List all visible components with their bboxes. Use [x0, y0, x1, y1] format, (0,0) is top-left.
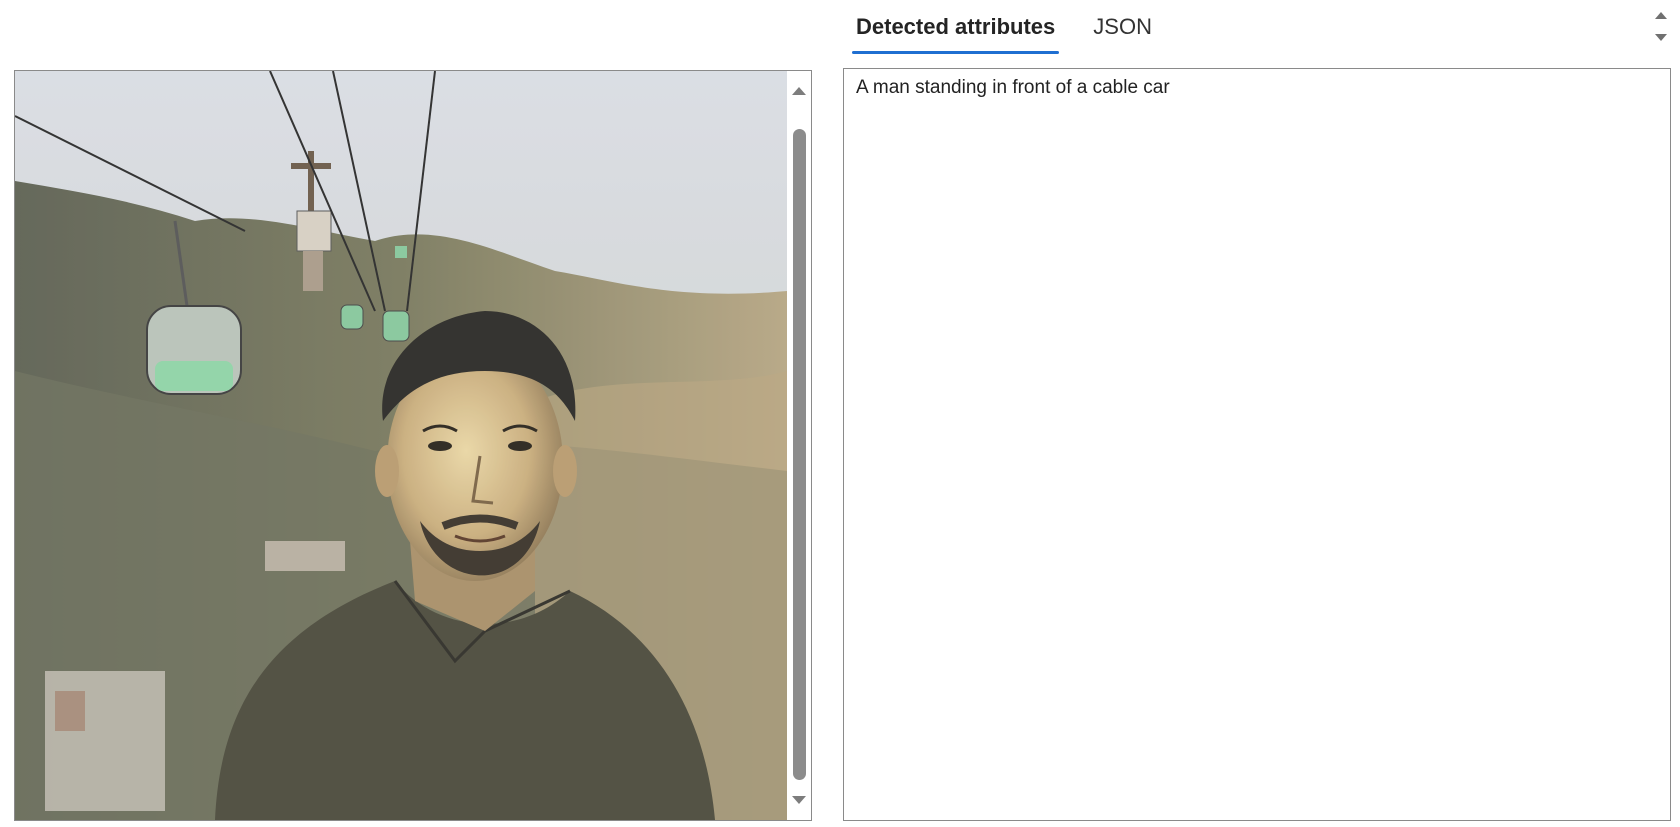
page-scroll-up-icon[interactable]	[1655, 12, 1667, 19]
scroll-up-arrow-icon[interactable]	[792, 87, 806, 95]
tab-json[interactable]: JSON	[1089, 8, 1156, 54]
scrollbar-thumb[interactable]	[793, 129, 806, 780]
scroll-down-arrow-icon[interactable]	[792, 796, 806, 804]
image-scrollbar[interactable]	[787, 71, 811, 820]
result-tabs: Detected attributes JSON	[852, 8, 1186, 54]
page: Detected attributes JSON A man standing …	[0, 0, 1680, 827]
caption-text: A man standing in front of a cable car	[856, 77, 1170, 98]
preview-image	[15, 71, 787, 820]
page-scroll-control[interactable]	[1652, 8, 1672, 46]
image-viewer[interactable]	[14, 70, 812, 821]
page-scroll-down-icon[interactable]	[1655, 34, 1667, 41]
result-panel: A man standing in front of a cable car	[843, 68, 1671, 821]
tab-detected-attributes[interactable]: Detected attributes	[852, 8, 1060, 54]
